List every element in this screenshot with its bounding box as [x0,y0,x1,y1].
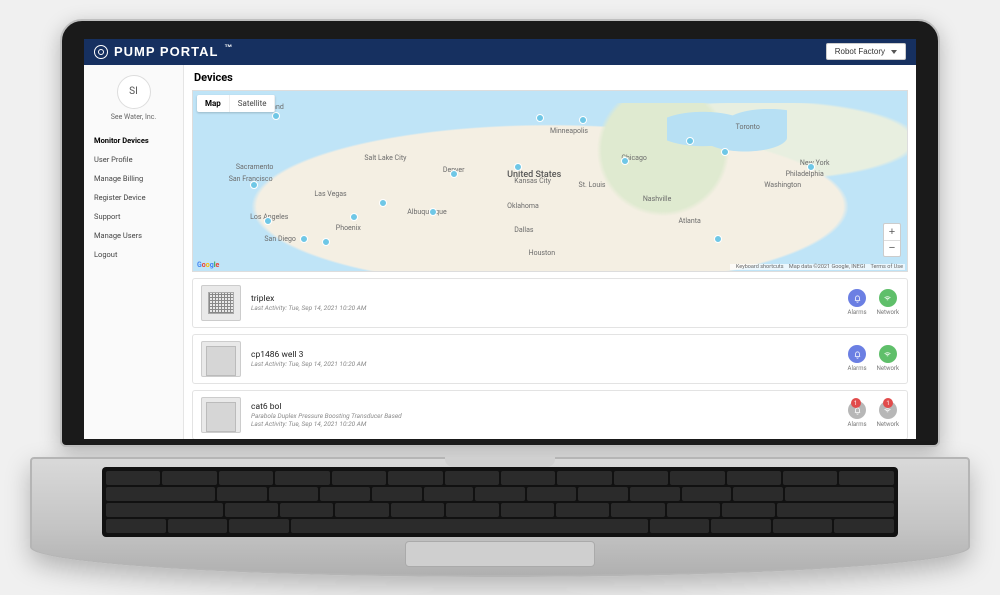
device-title: cp1486 well 3 [251,350,838,360]
map-marker[interactable] [686,137,694,145]
tab-satellite[interactable]: Satellite [230,95,276,112]
map-marker[interactable] [379,199,387,207]
zoom-out-button[interactable]: − [884,240,900,256]
sidebar-item-user-profile[interactable]: User Profile [90,150,177,169]
map-marker[interactable] [350,213,358,221]
sidebar-item-manage-users[interactable]: Manage Users [90,226,177,245]
device-last-activity: Last Activity: Tue, Sep 14, 2021 10:20 A… [251,360,838,368]
alarm-count: 1 [851,398,861,408]
device-last-activity: Last Activity: Tue, Sep 14, 2021 10:20 A… [251,420,838,428]
device-row[interactable]: triplex Last Activity: Tue, Sep 14, 2021… [192,278,908,328]
factory-select-label: Robot Factory [835,47,885,56]
network-badge[interactable]: 1 Network [877,401,899,428]
map-zoom: + − [883,223,901,257]
device-title: triplex [251,294,838,304]
network-badge[interactable]: Network [877,289,899,316]
device-title: cat6 bol [251,402,838,412]
app-header: PUMP PORTAL ™ Robot Factory [84,39,916,65]
brand-text: PUMP PORTAL [114,44,218,59]
device-thumbnail [201,285,241,321]
zoom-in-button[interactable]: + [884,224,900,240]
avatar[interactable]: SI [117,75,151,109]
sidebar-item-logout[interactable]: Logout [90,245,177,264]
alarms-badge[interactable]: Alarms [848,289,867,316]
device-subtitle: Parabola Duplex Pressure Boosting Transd… [251,412,838,420]
map-marker[interactable] [429,208,437,216]
map-marker[interactable] [714,235,722,243]
sidebar-item-support[interactable]: Support [90,207,177,226]
wifi-icon [879,345,897,363]
device-last-activity: Last Activity: Tue, Sep 14, 2021 10:20 A… [251,304,838,312]
map-marker[interactable] [514,163,522,171]
bell-icon [848,345,866,363]
map-marker[interactable] [807,163,815,171]
map-marker[interactable] [322,238,330,246]
device-list: triplex Last Activity: Tue, Sep 14, 2021… [184,272,916,439]
sidebar: SI See Water, Inc. Monitor Devices User … [84,65,184,439]
device-thumbnail [201,341,241,377]
device-thumbnail [201,397,241,433]
map-marker[interactable] [264,217,272,225]
map-marker[interactable] [536,114,544,122]
map-marker[interactable] [250,181,258,189]
map-marker[interactable] [579,116,587,124]
wifi-icon [879,289,897,307]
google-logo: Google [197,261,219,269]
map-marker[interactable] [300,235,308,243]
device-row[interactable]: cp1486 well 3 Last Activity: Tue, Sep 14… [192,334,908,384]
org-name: See Water, Inc. [90,113,177,121]
brand: PUMP PORTAL ™ [94,44,233,59]
bell-icon [848,289,866,307]
map-type-tabs: Map Satellite [197,95,275,112]
network-badge[interactable]: Network [877,345,899,372]
device-row[interactable]: cat6 bol Parabola Duplex Pressure Boosti… [192,390,908,439]
sidebar-item-manage-billing[interactable]: Manage Billing [90,169,177,188]
page-title: Devices [184,65,916,90]
sidebar-item-monitor-devices[interactable]: Monitor Devices [90,131,177,150]
tab-map[interactable]: Map [197,95,230,112]
laptop-mockup: PUMP PORTAL ™ Robot Factory SI See Wa [60,19,940,577]
main: Devices Map Satellite United States Port… [184,65,916,439]
alarms-badge[interactable]: 1 Alarms [848,401,867,428]
map[interactable]: Map Satellite United States Portland Sal… [192,90,908,272]
chevron-down-icon [891,50,897,54]
map-marker[interactable] [272,112,280,120]
alarms-badge[interactable]: Alarms [848,345,867,372]
factory-select[interactable]: Robot Factory [826,43,906,60]
brand-logo-icon [94,45,108,59]
map-marker[interactable] [450,170,458,178]
map-attribution: Keyboard shortcuts Map data ©2021 Google… [730,264,905,270]
avatar-initials: SI [129,86,138,97]
sidebar-item-register-device[interactable]: Register Device [90,188,177,207]
